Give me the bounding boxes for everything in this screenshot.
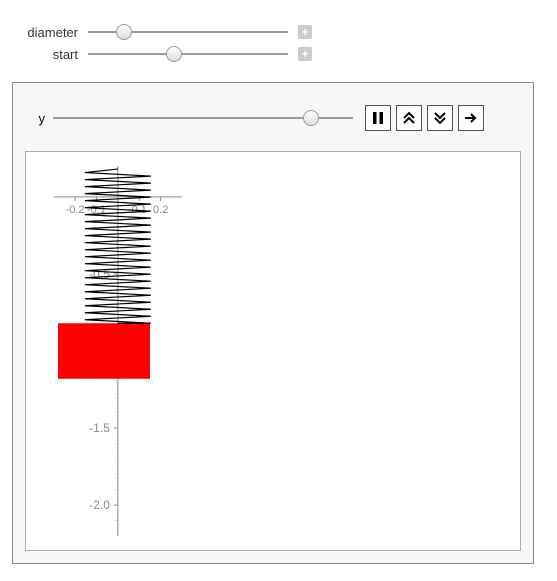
start-label: start: [12, 47, 88, 62]
diameter-row: diameter +: [12, 24, 544, 40]
start-slider[interactable]: [88, 46, 288, 62]
diameter-expand-icon[interactable]: +: [298, 25, 312, 39]
start-expand-icon[interactable]: +: [298, 47, 312, 61]
svg-text:-2.0: -2.0: [89, 498, 110, 512]
pause-icon: [371, 111, 385, 125]
faster-button[interactable]: [396, 105, 422, 131]
svg-text:-0.2: -0.2: [66, 204, 85, 216]
arrow-right-icon: [464, 111, 478, 125]
controls-top: diameter + start +: [12, 12, 544, 82]
y-slider[interactable]: [53, 110, 353, 126]
svg-text:-1.5: -1.5: [89, 421, 110, 435]
diameter-slider[interactable]: [88, 24, 288, 40]
pause-button[interactable]: [365, 105, 391, 131]
start-thumb[interactable]: [166, 46, 182, 62]
plot-svg: -0.5-1.0-1.5-2.0-0.2-0.10.10.2: [40, 166, 506, 536]
y-row: y: [25, 95, 521, 151]
y-thumb[interactable]: [303, 110, 319, 126]
svg-text:0.2: 0.2: [153, 204, 168, 216]
diameter-label: diameter: [12, 25, 88, 40]
diameter-thumb[interactable]: [116, 24, 132, 40]
plot-frame: -0.5-1.0-1.5-2.0-0.2-0.10.10.2: [25, 151, 521, 551]
start-row: start +: [12, 46, 544, 62]
double-down-icon: [433, 111, 447, 125]
slower-button[interactable]: [427, 105, 453, 131]
double-up-icon: [402, 111, 416, 125]
y-label: y: [29, 111, 53, 126]
plot-area: -0.5-1.0-1.5-2.0-0.2-0.10.10.2: [40, 166, 506, 536]
output-frame: y -0.5-1.0-1: [12, 82, 534, 564]
animation-controls: [365, 105, 484, 131]
forward-button[interactable]: [458, 105, 484, 131]
